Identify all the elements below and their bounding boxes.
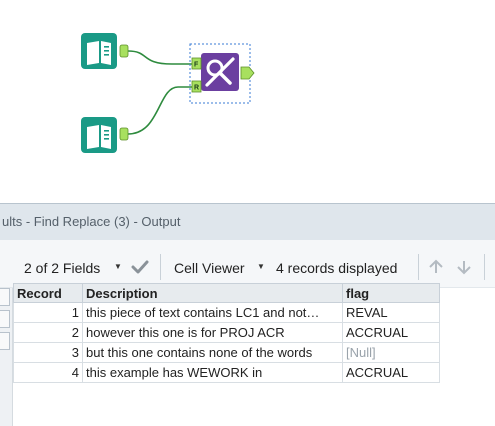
cell-record[interactable]: 4 — [13, 362, 83, 383]
records-count: 4 records displayed — [276, 260, 398, 276]
column-header-flag[interactable]: flag — [342, 283, 440, 303]
output-anchor-input-1 — [119, 44, 129, 58]
cell-description[interactable]: however this one is for PROJ ACR — [82, 322, 343, 343]
arrow-down-icon[interactable] — [456, 259, 472, 280]
grid-header-row: Record Description flag — [13, 283, 440, 303]
output-anchor-find-replace — [240, 66, 255, 80]
cell-description[interactable]: but this one contains none of the words — [82, 342, 343, 363]
table-row[interactable]: 2 however this one is for PROJ ACR ACCRU… — [13, 322, 440, 343]
side-button-2[interactable] — [0, 310, 10, 328]
arrow-up-icon[interactable] — [428, 259, 444, 280]
checkmark-icon[interactable] — [131, 259, 149, 280]
workflow-connections: F R — [81, 33, 255, 153]
cell-description[interactable]: this piece of text contains LC1 and not… — [82, 302, 343, 323]
input-book-icon — [87, 125, 111, 149]
output-anchor-input-2 — [119, 127, 129, 141]
svg-text:R: R — [194, 85, 199, 92]
results-toolbar: 2 of 2 Fields ▼ Cell Viewer ▼ 4 records … — [0, 240, 495, 288]
cell-record[interactable]: 3 — [13, 342, 83, 363]
results-title: ults - Find Replace (3) - Output — [0, 203, 495, 240]
cell-description[interactable]: this example has WEWORK in — [82, 362, 343, 383]
workflow-canvas[interactable]: F R — [0, 0, 495, 203]
cell-flag[interactable]: ACCRUAL — [342, 362, 440, 383]
table-row[interactable]: 1 this piece of text contains LC1 and no… — [13, 302, 440, 323]
input-book-icon — [87, 41, 111, 65]
results-pane: ults - Find Replace (3) - Output 2 of 2 … — [0, 203, 495, 426]
results-side-strip — [0, 288, 13, 426]
connector-input2-to-r — [127, 86, 192, 135]
toolbar-divider — [160, 254, 161, 280]
cell-flag[interactable]: [Null] — [342, 342, 440, 363]
svg-text:F: F — [194, 62, 199, 69]
input-tool-2[interactable] — [81, 117, 129, 153]
cell-viewer-button[interactable]: Cell Viewer — [174, 260, 245, 276]
chevron-down-icon[interactable]: ▼ — [114, 262, 122, 271]
table-row[interactable]: 3 but this one contains none of the word… — [13, 342, 440, 363]
cell-record[interactable]: 1 — [13, 302, 83, 323]
results-grid[interactable]: Record Description flag 1 this piece of … — [13, 283, 440, 383]
toolbar-divider — [418, 254, 419, 280]
column-header-description[interactable]: Description — [82, 283, 343, 303]
find-replace-tool[interactable]: F R — [189, 43, 255, 104]
fields-selector[interactable]: 2 of 2 Fields — [24, 260, 100, 276]
toolbar-divider — [484, 254, 485, 280]
side-button-3[interactable] — [0, 332, 10, 350]
cell-flag[interactable]: REVAL — [342, 302, 440, 323]
column-header-record[interactable]: Record — [13, 283, 83, 303]
cell-flag[interactable]: ACCRUAL — [342, 322, 440, 343]
side-button-1[interactable] — [0, 288, 10, 306]
cell-record[interactable]: 2 — [13, 322, 83, 343]
connector-input1-to-f — [127, 50, 192, 65]
table-row[interactable]: 4 this example has WEWORK in ACCRUAL — [13, 362, 440, 383]
chevron-down-icon[interactable]: ▼ — [257, 262, 265, 271]
input-tool-1[interactable] — [81, 33, 129, 69]
